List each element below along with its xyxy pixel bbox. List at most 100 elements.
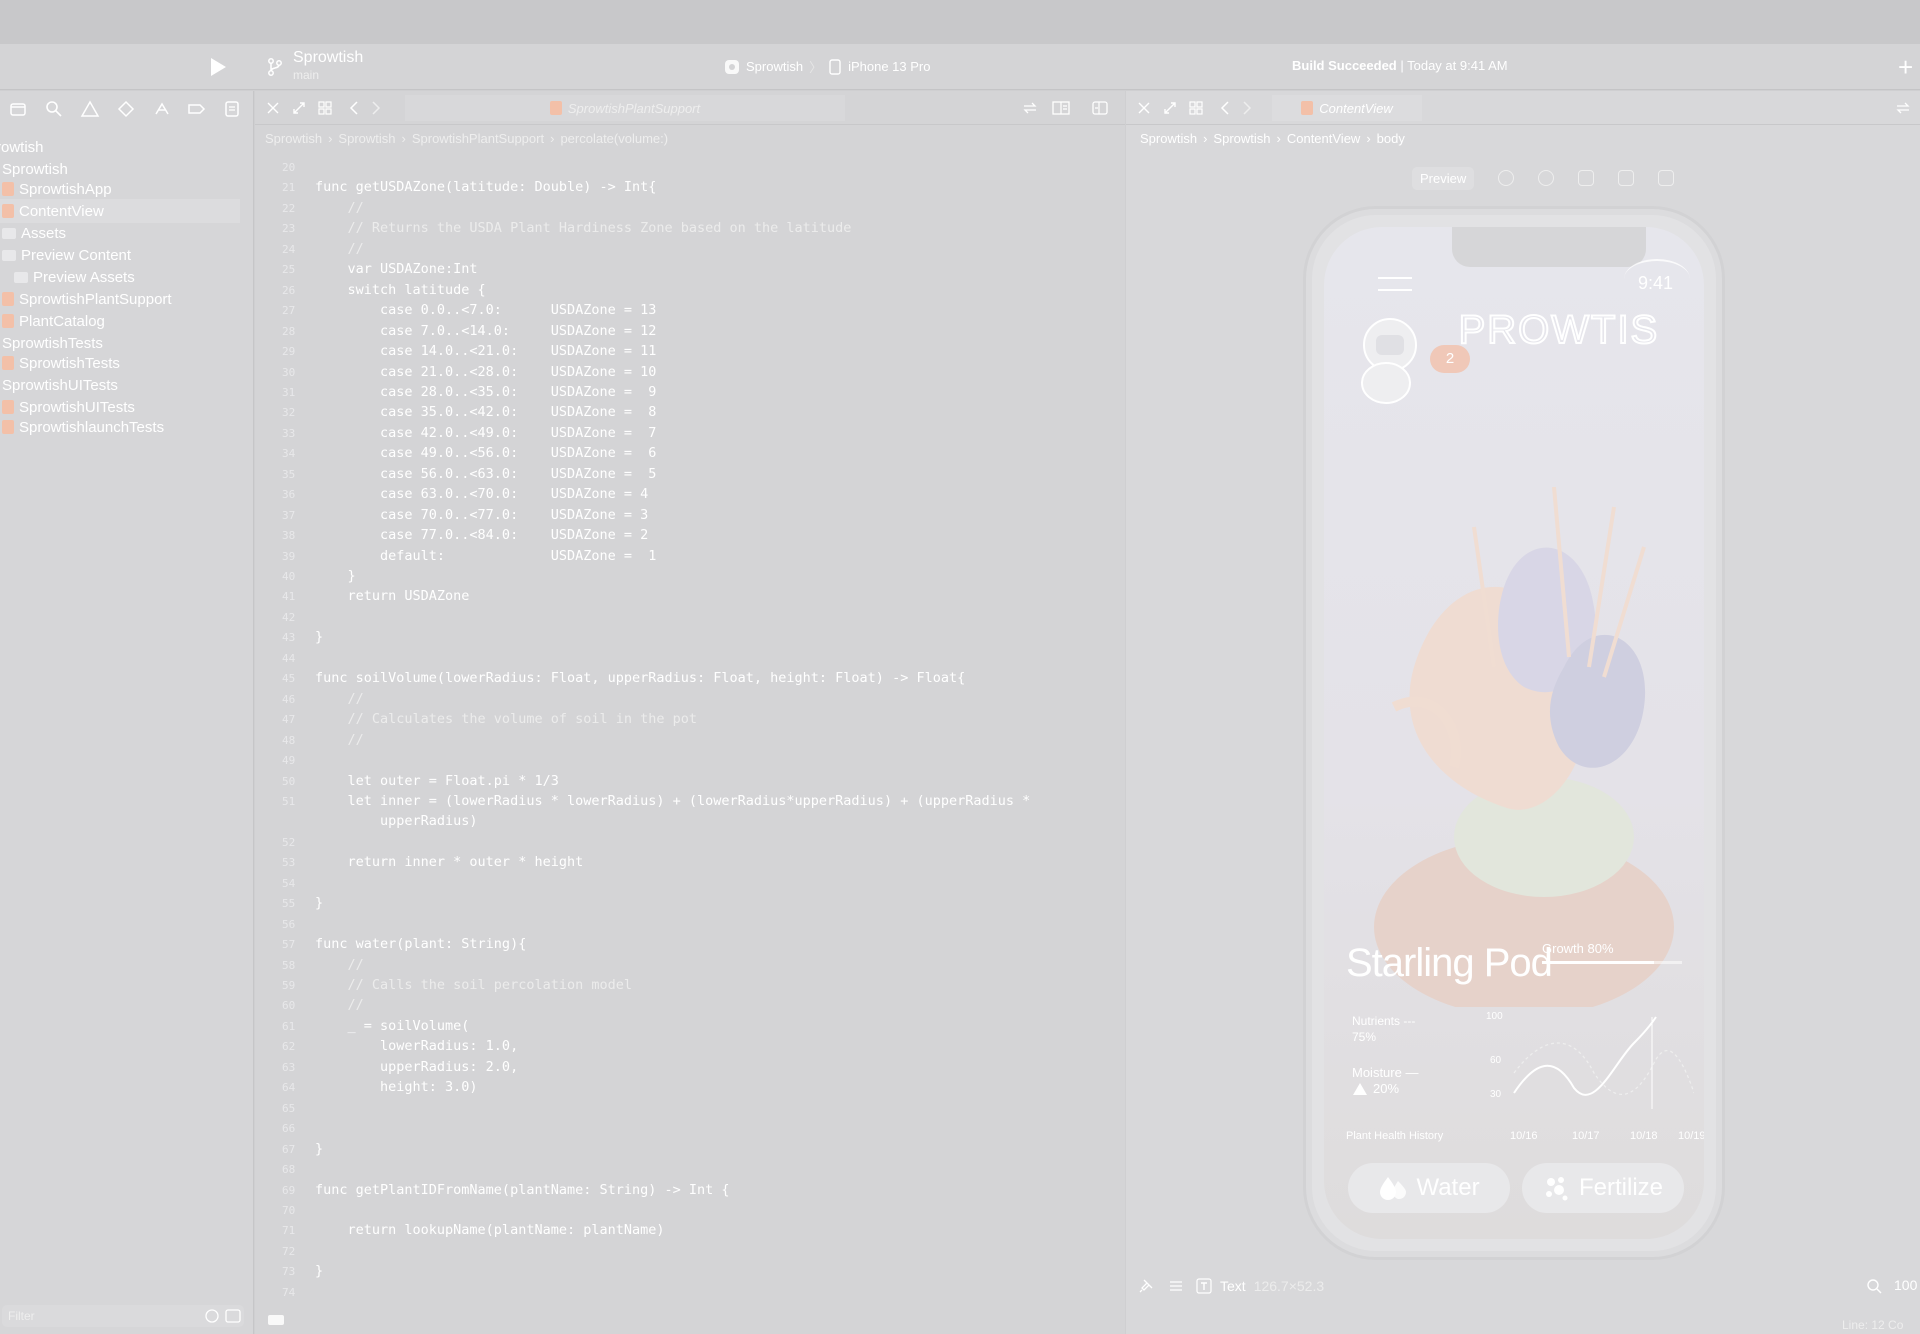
breadcrumb-project[interactable]: Sprowtish <box>1140 131 1197 146</box>
breadcrumb-file[interactable]: ContentView <box>1287 131 1360 146</box>
code-line[interactable]: 24 // <box>255 240 1125 260</box>
code-line[interactable]: 57 func water(plant: String){ <box>255 935 1125 955</box>
code-line[interactable]: 43} <box>255 628 1125 648</box>
report-icon[interactable] <box>222 99 242 119</box>
code-line[interactable]: 22 // <box>255 199 1125 219</box>
code-line[interactable]: 25 var USDAZone:Int <box>255 260 1125 280</box>
code-line[interactable]: 65 <box>255 1099 1125 1119</box>
selectable-icon[interactable] <box>1538 170 1555 186</box>
nav-item[interactable]: Preview Content <box>2 243 131 267</box>
code-line[interactable]: 71 return lookupName(plantName: plantNam… <box>255 1221 1125 1241</box>
code-line[interactable]: 68 <box>255 1160 1125 1180</box>
code-line[interactable]: 56 <box>255 915 1125 935</box>
forward-icon[interactable] <box>1240 100 1254 116</box>
warning-icon[interactable] <box>80 99 100 119</box>
code-line[interactable]: 66 <box>255 1119 1125 1139</box>
breakpoint-icon[interactable] <box>186 99 206 119</box>
code-line[interactable]: 35 case 56.0..<63.0: USDAZone = 5 <box>255 465 1125 485</box>
duplicate-icon[interactable] <box>1658 170 1675 186</box>
code-line[interactable]: 51 let inner = (lowerRadius * lowerRadiu… <box>255 792 1125 812</box>
code-line[interactable]: 34 case 49.0..<56.0: USDAZone = 6 <box>255 444 1125 464</box>
code-line[interactable]: 21 func getUSDAZone(latitude: Double) -> … <box>255 178 1125 198</box>
code-line[interactable]: 37 case 70.0..<77.0: USDAZone = 3 <box>255 506 1125 526</box>
grid-icon[interactable] <box>1188 100 1204 116</box>
forward-icon[interactable] <box>369 100 383 116</box>
code-line[interactable]: 50 let outer = Float.pi * 1/3 <box>255 772 1125 792</box>
search-icon[interactable] <box>44 99 64 119</box>
breadcrumb-group[interactable]: Sprowtish <box>338 131 395 146</box>
code-line[interactable]: 62 lowerRadius: 1.0, <box>255 1037 1125 1057</box>
add-button[interactable]: + <box>1898 52 1913 83</box>
nav-item[interactable]: ContentView <box>0 199 240 223</box>
test-diamond-icon[interactable] <box>116 99 136 119</box>
tab-sprowtish-plant-support[interactable]: SprowtishPlantSupport <box>405 95 845 121</box>
menu-icon[interactable] <box>1376 275 1414 293</box>
breadcrumb-symbol[interactable]: percolate(volume:) <box>560 131 668 146</box>
fertilize-button[interactable]: Fertilize <box>1522 1163 1684 1213</box>
code-line[interactable]: 60 // <box>255 996 1125 1016</box>
breadcrumb-group[interactable]: Sprowtish <box>1213 131 1270 146</box>
code-line[interactable]: 49 <box>255 751 1125 771</box>
nav-item[interactable]: Assets <box>2 221 66 245</box>
code-line[interactable]: 29 case 14.0..<21.0: USDAZone = 11 <box>255 342 1125 362</box>
code-line[interactable]: 55} <box>255 894 1125 914</box>
code-line[interactable]: 42 <box>255 608 1125 628</box>
close-icon[interactable] <box>1136 100 1152 116</box>
refresh-icon[interactable] <box>1021 100 1039 116</box>
editor-options-icon[interactable] <box>1051 100 1071 116</box>
breadcrumb-symbol[interactable]: body <box>1377 131 1405 146</box>
code-line[interactable]: 44 <box>255 649 1125 669</box>
code-line[interactable]: 63 upperRadius: 2.0, <box>255 1058 1125 1078</box>
code-line[interactable]: 33 case 42.0..<49.0: USDAZone = 7 <box>255 424 1125 444</box>
code-line[interactable]: 40 } <box>255 567 1125 587</box>
device-settings-icon[interactable] <box>1618 170 1635 186</box>
code-line[interactable]: 27 case 0.0..<7.0: USDAZone = 13 <box>255 301 1125 321</box>
code-line[interactable]: 47 // Calculates the volume of soil in t… <box>255 710 1125 730</box>
code-line[interactable]: 53 return inner * outer * height <box>255 853 1125 873</box>
rotate-icon[interactable] <box>1578 170 1595 186</box>
nav-item[interactable]: SprowtishTests <box>2 351 120 375</box>
debug-icon[interactable] <box>152 99 172 119</box>
project-name[interactable]: Sprowtish <box>293 49 363 67</box>
scheme-selector[interactable]: Sprowtish 〉 iPhone 13 Pro <box>724 57 931 76</box>
code-line[interactable]: 28 case 7.0..<14.0: USDAZone = 12 <box>255 322 1125 342</box>
debug-area-toggle-icon[interactable] <box>267 1314 285 1326</box>
back-icon[interactable] <box>347 100 361 116</box>
code-line[interactable]: 70 <box>255 1201 1125 1221</box>
filter-options-icon[interactable] <box>204 1308 244 1324</box>
code-line[interactable]: 48 // <box>255 731 1125 751</box>
breadcrumb-project[interactable]: Sprowtish <box>265 131 322 146</box>
code-line[interactable]: 41 return USDAZone <box>255 587 1125 607</box>
tab-content-view[interactable]: ContentView <box>1272 95 1422 121</box>
code-line[interactable]: 73} <box>255 1262 1125 1282</box>
expand-icon[interactable] <box>291 100 307 116</box>
code-line[interactable]: 61 _ = soilVolume( <box>255 1017 1125 1037</box>
code-line[interactable]: 72 <box>255 1242 1125 1262</box>
code-line[interactable]: 59 // Calls the soil percolation model <box>255 976 1125 996</box>
nav-item[interactable]: Preview Assets <box>14 265 135 289</box>
code-line[interactable]: 26 switch latitude { <box>255 281 1125 301</box>
live-preview-icon[interactable] <box>1498 170 1515 186</box>
code-line[interactable]: 52 <box>255 833 1125 853</box>
code-line[interactable]: upperRadius) <box>255 812 1125 832</box>
code-line[interactable]: 32 case 35.0..<42.0: USDAZone = 8 <box>255 403 1125 423</box>
nav-item[interactable]: SprowtishUITests <box>2 373 118 397</box>
breadcrumb-file[interactable]: SprowtishPlantSupport <box>412 131 544 146</box>
preview-button[interactable]: Preview <box>1412 166 1475 190</box>
zoom-icon[interactable] <box>1866 1278 1882 1294</box>
run-button[interactable] <box>208 56 228 78</box>
code-line[interactable]: 23 // Returns the USDA Plant Hardiness Z… <box>255 219 1125 239</box>
code-line[interactable]: 39 default: USDAZone = 1 <box>255 547 1125 567</box>
code-line[interactable]: 58 // <box>255 956 1125 976</box>
zoom-level[interactable]: 100 <box>1894 1277 1917 1293</box>
split-editor-icon[interactable] <box>1091 100 1109 116</box>
code-line[interactable]: 20 <box>255 158 1125 178</box>
folder-tab-icon[interactable] <box>8 99 28 119</box>
scheme-device[interactable]: iPhone 13 Pro <box>848 59 930 74</box>
grid-icon[interactable] <box>317 100 333 116</box>
robot-avatar[interactable] <box>1352 315 1424 411</box>
nav-item[interactable]: PlantCatalog <box>2 309 105 333</box>
nav-item[interactable]: SprowtishApp <box>2 177 112 201</box>
variants-icon[interactable] <box>1168 1278 1184 1294</box>
nav-item[interactable]: SprowtishlaunchTests <box>2 415 164 439</box>
